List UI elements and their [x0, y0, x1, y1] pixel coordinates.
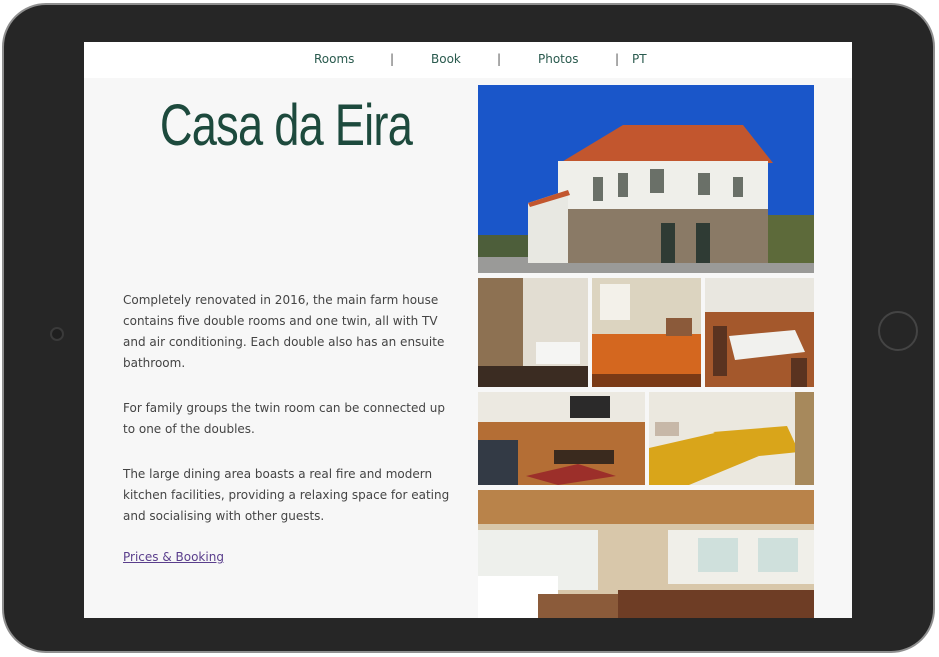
page-title: Casa da Eira	[159, 93, 413, 158]
dining-table-photo[interactable]	[705, 278, 814, 387]
paragraph-rooms: Completely renovated in 2016, the main f…	[123, 293, 445, 370]
nav-rooms[interactable]: Rooms	[314, 52, 354, 66]
prices-booking-link[interactable]: Prices & Booking	[123, 550, 224, 564]
bathroom-photo[interactable]	[478, 278, 588, 387]
nav-separator: |	[390, 52, 395, 66]
house-exterior-photo[interactable]	[478, 85, 814, 273]
camera-icon	[50, 327, 64, 341]
home-button[interactable]	[878, 311, 918, 351]
paragraph-family: For family groups the twin room can be c…	[123, 401, 446, 436]
screen: Rooms | Book | Photos | PT Casa da Eira …	[84, 42, 852, 618]
nav-photos[interactable]: Photos	[538, 52, 578, 66]
nav-separator: |	[615, 52, 620, 66]
nav-book[interactable]: Book	[431, 52, 461, 66]
nav-pt[interactable]: PT	[632, 52, 647, 66]
top-nav: Rooms | Book | Photos | PT	[84, 42, 852, 78]
lounge-photo[interactable]	[478, 392, 645, 485]
double-bedroom-photo[interactable]	[592, 278, 701, 387]
dining-kitchen-photo[interactable]	[478, 490, 814, 618]
nav-separator: |	[497, 52, 502, 66]
twin-bedroom-photo[interactable]	[649, 392, 814, 485]
paragraph-dining: The large dining area boasts a real fire…	[123, 467, 450, 523]
